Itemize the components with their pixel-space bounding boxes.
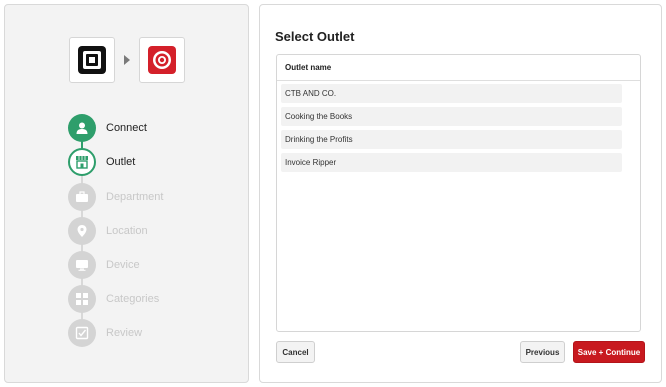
target-logo-icon	[148, 46, 176, 74]
step-categories: Categories	[68, 285, 238, 313]
store-icon	[76, 156, 88, 169]
main-panel: Select Outlet Outlet name CTB AND CO. Co…	[259, 4, 662, 383]
step-label: Location	[106, 225, 148, 237]
step-label: Review	[106, 327, 143, 339]
step-device: Device	[68, 251, 238, 279]
step-location: Location	[68, 217, 238, 245]
step-review: Review	[68, 319, 238, 347]
checkbox-icon	[75, 326, 89, 340]
previous-button[interactable]: Previous	[520, 341, 565, 363]
source-logo	[69, 37, 115, 83]
arrow-right-icon	[124, 55, 130, 65]
cancel-button[interactable]: Cancel	[276, 341, 315, 363]
step-department: Department	[68, 183, 238, 211]
briefcase-icon	[76, 191, 88, 202]
wizard-sidebar: Connect Outlet Department Location Devic…	[4, 4, 249, 383]
step-label: Outlet	[106, 156, 136, 168]
table-row[interactable]: Invoice Ripper	[281, 153, 622, 172]
step-connect[interactable]: Connect	[68, 114, 238, 142]
step-label: Connect	[106, 122, 147, 134]
table-header: Outlet name	[277, 55, 640, 81]
outlet-list: CTB AND CO. Cooking the Books Drinking t…	[277, 84, 640, 172]
save-continue-button[interactable]: Save + Continue	[573, 341, 645, 363]
table-row[interactable]: Drinking the Profits	[281, 130, 622, 149]
step-label: Department	[106, 191, 164, 203]
outlet-table: Outlet name CTB AND CO. Cooking the Book…	[276, 54, 641, 332]
square-logo-icon	[78, 46, 106, 74]
target-logo	[139, 37, 185, 83]
step-outlet[interactable]: Outlet	[68, 148, 238, 176]
page-title: Select Outlet	[275, 29, 355, 44]
table-row[interactable]: CTB AND CO.	[281, 84, 622, 103]
user-icon	[76, 122, 88, 134]
grid-icon	[76, 293, 88, 305]
step-label: Categories	[106, 293, 160, 305]
table-row[interactable]: Cooking the Books	[281, 107, 622, 126]
map-pin-icon	[77, 225, 87, 237]
step-label: Device	[106, 259, 140, 271]
monitor-icon	[76, 260, 88, 271]
